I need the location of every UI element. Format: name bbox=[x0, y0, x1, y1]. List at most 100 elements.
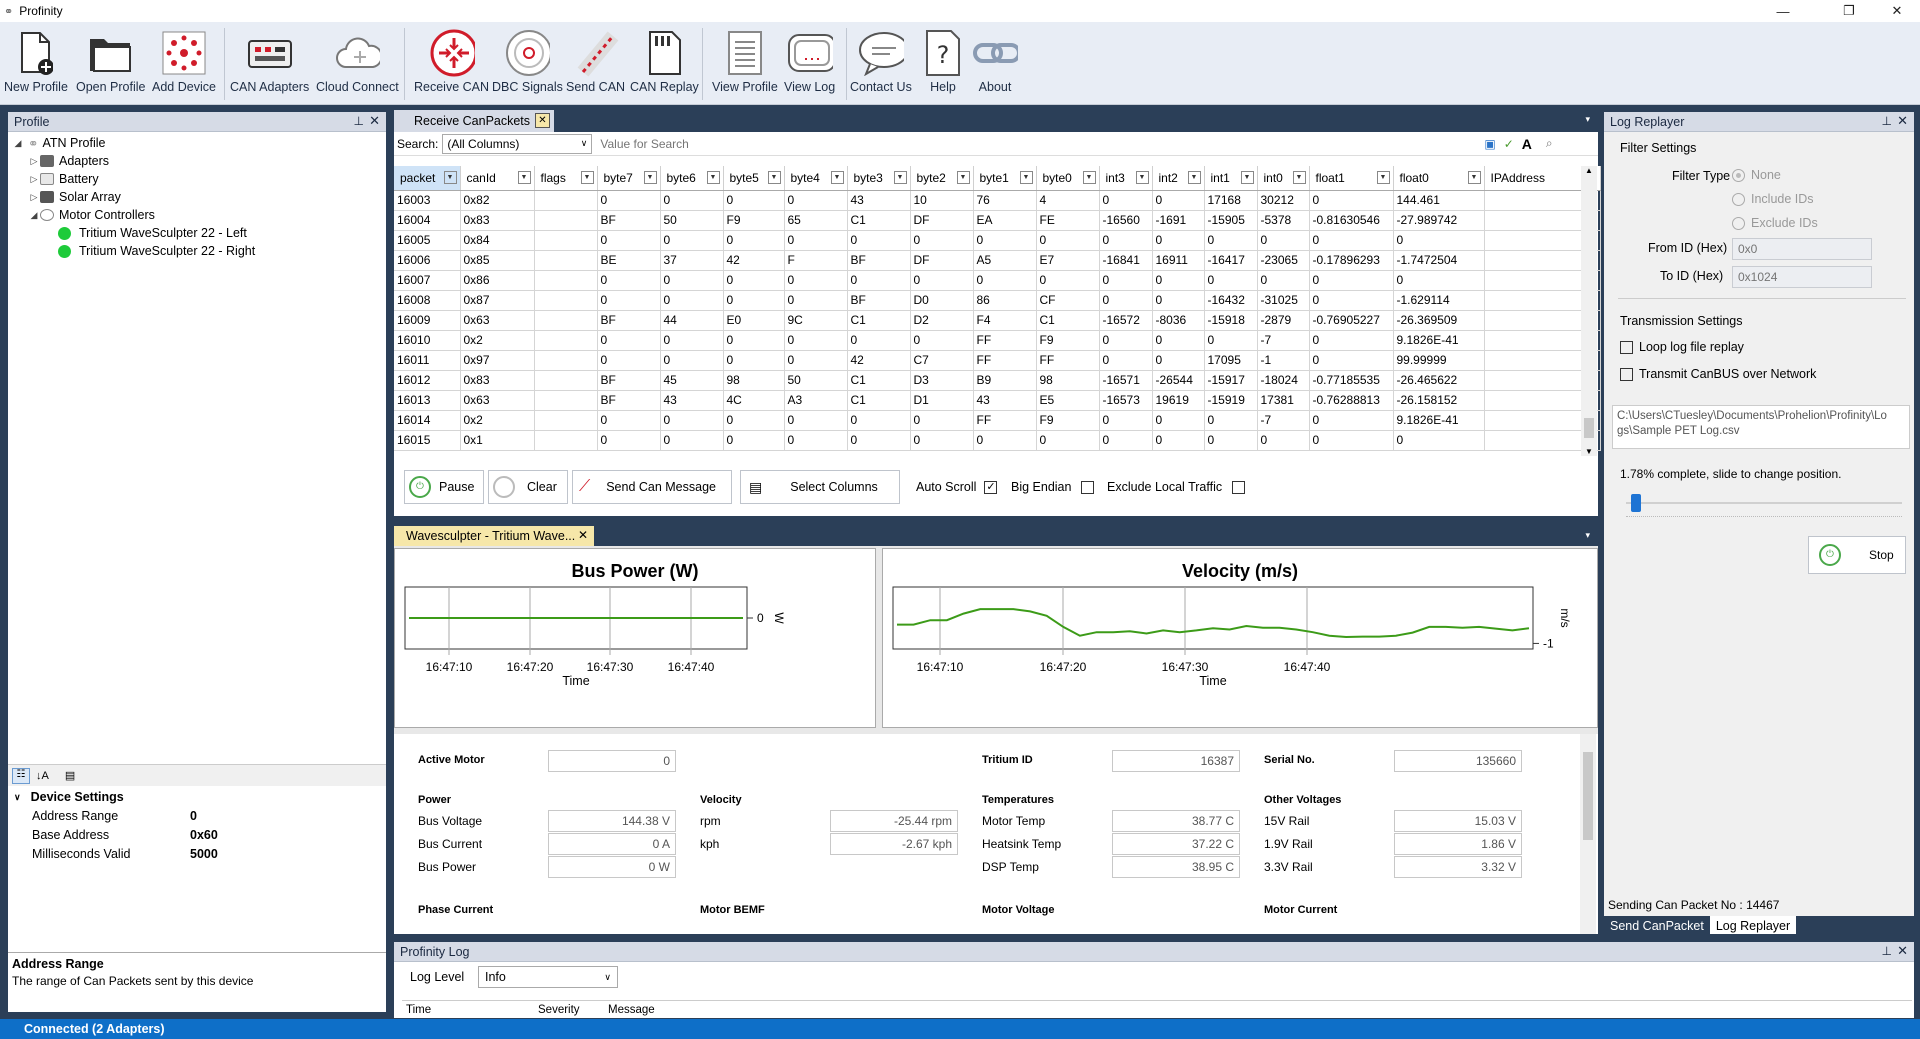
tab-receive-canpackets[interactable]: Receive CanPackets ✕ bbox=[394, 110, 554, 132]
chevron-right-icon[interactable]: ▷ bbox=[28, 156, 40, 167]
big-endian-checkbox[interactable]: Big Endian bbox=[1011, 480, 1095, 494]
can-replay-button[interactable]: CAN Replay bbox=[630, 28, 699, 94]
filter-dropdown-icon[interactable]: ▼ bbox=[643, 171, 657, 184]
view-profile-button[interactable]: View Profile bbox=[712, 28, 778, 94]
tree-item-wavesculpter-right[interactable]: Tritium WaveSculpter 22 - Right bbox=[8, 242, 386, 260]
table-row[interactable]: 16005 0x84 0 0 0 0 0 0 0 0 0 0 0 0 0 0 bbox=[394, 230, 1601, 251]
tab-send-canpacket[interactable]: Send CanPacket bbox=[1604, 916, 1710, 940]
radio-include-ids[interactable]: Include IDs bbox=[1732, 192, 1814, 207]
export-icon[interactable]: ▣ bbox=[1484, 137, 1495, 151]
loop-checkbox[interactable]: Loop log file replay bbox=[1620, 340, 1744, 354]
search-icon[interactable]: ⌕ bbox=[1546, 136, 1553, 151]
column-header-byte7[interactable]: byte7 ▼ bbox=[597, 166, 661, 191]
table-row[interactable]: 16008 0x87 0 0 0 0 BF D0 86 CF 0 0 -16432 -31025 0 -1.6… bbox=[394, 290, 1601, 311]
dbc-signals-button[interactable]: DBC Signals bbox=[492, 28, 563, 94]
table-row[interactable]: 16007 0x86 0 0 0 0 0 0 0 0 0 0 0 0 0 0 bbox=[394, 270, 1601, 291]
from-id-input[interactable] bbox=[1732, 238, 1872, 260]
bus-power-field[interactable]: 0 W bbox=[548, 856, 676, 878]
table-row[interactable]: 16006 0x85 BE 37 42 F BF DF A5 E7 -16841 16911 -1641… bbox=[394, 250, 1601, 271]
table-row[interactable]: 16003 0x82 0 0 0 0 43 10 76 4 0 0 17168 30212 0 144.461 bbox=[394, 190, 1601, 211]
checkbox-unchecked[interactable] bbox=[1620, 367, 1633, 381]
column-header-canid[interactable]: canId ▼ bbox=[460, 166, 535, 191]
tree-item-adapters[interactable]: ▷ Adapters bbox=[8, 152, 386, 170]
chevron-down-icon[interactable]: ◢ bbox=[28, 210, 40, 221]
table-row[interactable]: 16014 0x2 0 0 0 0 0 0 FF F9 0 0 0 -7 0 9.1826E-41 bbox=[394, 410, 1601, 431]
filter-dropdown-icon[interactable]: ▼ bbox=[767, 171, 781, 184]
tree-item-solar-array[interactable]: ▷ Solar Array bbox=[8, 188, 386, 206]
details-scrollbar[interactable] bbox=[1580, 734, 1596, 934]
search-input[interactable] bbox=[600, 133, 1471, 154]
checkbox-checked[interactable]: ✓ bbox=[984, 480, 998, 494]
close-icon[interactable]: ✕ bbox=[1897, 943, 1908, 959]
progress-slider[interactable] bbox=[1626, 494, 1902, 512]
active-motor-field[interactable]: 0 bbox=[548, 750, 676, 772]
search-scope-dropdown[interactable]: (All Columns) ∨ bbox=[442, 133, 593, 154]
transmit-checkbox[interactable]: Transmit CanBUS over Network bbox=[1620, 367, 1816, 381]
maximize-button[interactable]: ❐ bbox=[1826, 0, 1872, 22]
send-can-button[interactable]: Send CAN bbox=[566, 28, 625, 94]
property-row[interactable]: Address Range 0 bbox=[8, 806, 386, 825]
tab-wavesculpter[interactable]: Wavesculpter - Tritium Wave... ✕ bbox=[394, 526, 594, 546]
scroll-up-icon[interactable]: ▲ bbox=[1585, 166, 1593, 175]
table-row[interactable]: 16015 0x1 0 0 0 0 0 0 0 0 0 0 0 0 0 0 bbox=[394, 430, 1601, 451]
close-button[interactable]: ✕ bbox=[1874, 0, 1920, 22]
rail-1v9-field[interactable]: 1.86 V bbox=[1394, 833, 1522, 855]
chevron-down-icon[interactable]: ◢ bbox=[12, 138, 24, 149]
tritium-id-field[interactable]: 16387 bbox=[1112, 750, 1240, 772]
can-adapters-button[interactable]: CAN Adapters bbox=[230, 28, 309, 94]
receive-can-button[interactable]: Receive CAN bbox=[414, 28, 489, 94]
tab-log-replayer[interactable]: Log Replayer bbox=[1709, 916, 1797, 934]
view-log-button[interactable]: View Log bbox=[784, 28, 835, 94]
about-button[interactable]: About bbox=[972, 28, 1018, 94]
scroll-down-icon[interactable]: ▼ bbox=[1585, 447, 1593, 456]
new-profile-button[interactable]: New Profile bbox=[4, 28, 68, 94]
column-header-int2[interactable]: int2 ▼ bbox=[1152, 166, 1205, 191]
tab-menu-icon[interactable]: ▾ bbox=[1585, 114, 1590, 125]
log-column-severity[interactable]: Severity bbox=[538, 1004, 608, 1018]
device-settings-category[interactable]: ∨ Device Settings bbox=[8, 788, 386, 806]
add-device-button[interactable]: Add Device bbox=[152, 28, 216, 94]
motor-temp-field[interactable]: 38.77 C bbox=[1112, 810, 1240, 832]
chevron-right-icon[interactable]: ▷ bbox=[28, 192, 40, 203]
column-header-byte0[interactable]: byte0 ▼ bbox=[1036, 166, 1100, 191]
table-row[interactable]: 16013 0x63 BF 43 4C A3 C1 D1 43 E5 -16573 19619 -159… bbox=[394, 390, 1601, 411]
table-scrollbar[interactable]: ▲ ▼ bbox=[1581, 166, 1597, 456]
log-level-dropdown[interactable]: Info ∨ bbox=[478, 966, 618, 988]
column-header-byte2[interactable]: byte2 ▼ bbox=[910, 166, 974, 191]
close-tab-icon[interactable]: ✕ bbox=[578, 528, 588, 542]
table-row[interactable]: 16011 0x97 0 0 0 0 42 C7 FF FF 0 0 17095 -1 0 99.99999 bbox=[394, 350, 1601, 371]
to-id-input[interactable] bbox=[1732, 266, 1872, 288]
dsp-temp-field[interactable]: 38.95 C bbox=[1112, 856, 1240, 878]
bus-current-field[interactable]: 0 A bbox=[548, 833, 676, 855]
log-file-path[interactable]: C:\Users\CTuesley\Documents\Prohelion\Pr… bbox=[1612, 405, 1910, 449]
filter-dropdown-icon[interactable]: ▼ bbox=[956, 171, 970, 184]
sort-alpha-icon[interactable]: ↓A bbox=[36, 770, 49, 782]
property-value[interactable]: 0 bbox=[190, 809, 197, 823]
bus-voltage-field[interactable]: 144.38 V bbox=[548, 810, 676, 832]
tab-menu-icon[interactable]: ▾ bbox=[1585, 530, 1590, 541]
column-header-byte4[interactable]: byte4 ▼ bbox=[784, 166, 848, 191]
column-header-byte1[interactable]: byte1 ▼ bbox=[973, 166, 1037, 191]
rail-3v3-field[interactable]: 3.32 V bbox=[1394, 856, 1522, 878]
table-row[interactable]: 16010 0x2 0 0 0 0 0 0 FF F9 0 0 0 -7 0 9.1826E-41 bbox=[394, 330, 1601, 351]
scrollbar-thumb[interactable] bbox=[1584, 418, 1594, 438]
filter-dropdown-icon[interactable]: ▼ bbox=[706, 171, 720, 184]
chevron-down-icon[interactable]: ∨ bbox=[14, 792, 21, 803]
tree-item-wavesculpter-left[interactable]: Tritium WaveSculpter 22 - Left bbox=[8, 224, 386, 242]
tree-item-atn-profile[interactable]: ◢ ⚭ ATN Profile bbox=[8, 134, 386, 152]
column-header-int0[interactable]: int0 ▼ bbox=[1257, 166, 1310, 191]
log-column-time[interactable]: Time bbox=[402, 1004, 538, 1018]
slider-thumb[interactable] bbox=[1630, 494, 1641, 512]
categorized-icon[interactable]: ☷ bbox=[12, 767, 30, 784]
filter-dropdown-icon[interactable]: ▼ bbox=[1240, 171, 1254, 184]
spellcheck-icon[interactable]: ✓ bbox=[1504, 137, 1514, 151]
contact-us-button[interactable]: Contact Us bbox=[850, 28, 912, 94]
radio-unselected[interactable] bbox=[1732, 217, 1745, 231]
filter-dropdown-icon[interactable]: ▼ bbox=[893, 171, 907, 184]
font-icon[interactable]: A bbox=[1522, 136, 1532, 152]
clear-button[interactable]: Clear bbox=[488, 470, 568, 504]
close-icon[interactable]: ✕ bbox=[369, 113, 380, 129]
filter-dropdown-icon[interactable]: ▼ bbox=[1376, 171, 1390, 184]
rpm-field[interactable]: -25.44 rpm bbox=[830, 810, 958, 832]
exclude-local-checkbox[interactable]: Exclude Local Traffic bbox=[1107, 480, 1246, 494]
